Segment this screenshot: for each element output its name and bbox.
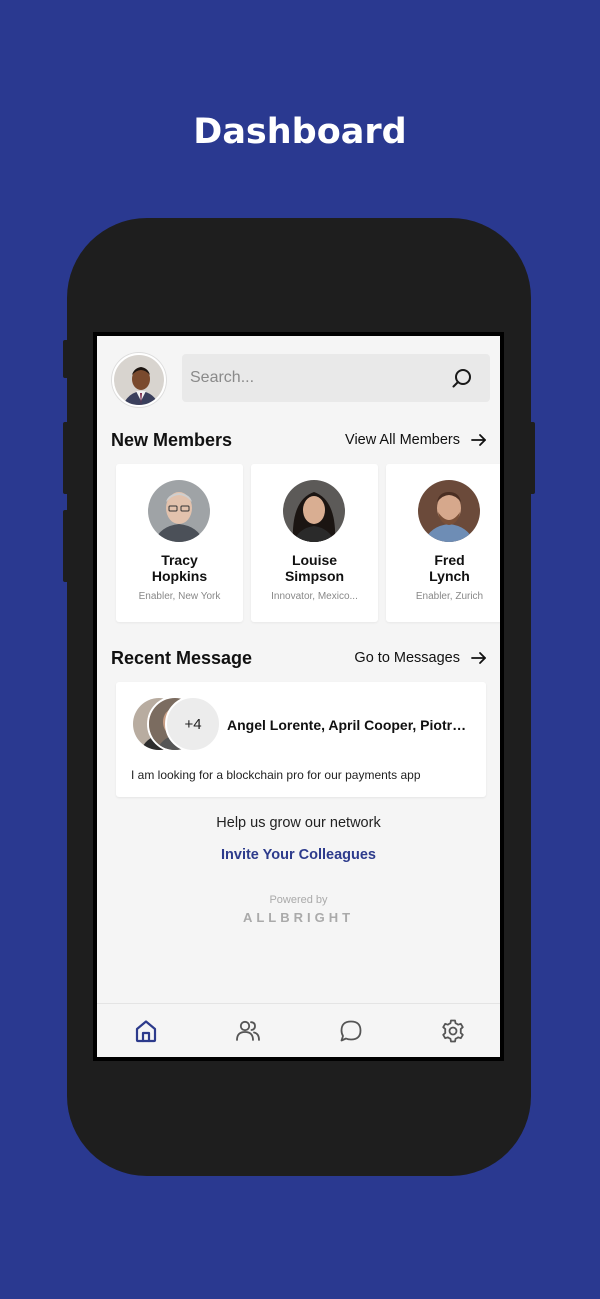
page-title: Dashboard: [193, 112, 407, 152]
profile-avatar[interactable]: [112, 353, 166, 407]
members-icon[interactable]: [235, 1018, 261, 1044]
member-subtitle: Enabler, Zurich: [415, 591, 484, 602]
member-card[interactable]: Tracy Hopkins Enabler, New York: [116, 464, 243, 622]
member-avatar: [148, 480, 210, 542]
new-members-carousel[interactable]: Tracy Hopkins Enabler, New York Louise S…: [116, 464, 500, 622]
member-card[interactable]: Fred Lynch Enabler, Zurich: [386, 464, 500, 622]
messages-icon[interactable]: [338, 1018, 364, 1044]
member-subtitle: Innovator, Mexico...: [271, 591, 358, 602]
member-name: Louise Simpson: [284, 552, 345, 584]
view-all-members-label: View All Members: [345, 432, 460, 448]
member-card[interactable]: Louise Simpson Innovator, Mexico...: [251, 464, 378, 622]
settings-icon[interactable]: [440, 1018, 466, 1044]
grow-network-text: Help us grow our network: [216, 815, 381, 831]
recent-message-title: Recent Message: [111, 648, 253, 668]
member-avatar: [418, 480, 480, 542]
message-participants: Angel Lorente, April Cooper, Piotr ...: [227, 717, 467, 733]
message-preview: I am looking for a blockchain pro for ou…: [131, 768, 421, 782]
participant-avatars: +4: [131, 696, 221, 752]
member-name: Tracy Hopkins: [151, 552, 208, 584]
view-all-members-link[interactable]: View All Members: [345, 431, 488, 449]
member-name: Fred Lynch: [429, 552, 470, 584]
search-bar: [182, 354, 490, 402]
recent-message-card[interactable]: +4 Angel Lorente, April Cooper, Piotr ..…: [116, 682, 486, 797]
member-avatar: [283, 480, 345, 542]
arrow-right-icon: [471, 652, 486, 664]
powered-by-text: Powered by: [269, 894, 328, 906]
invite-colleagues-link[interactable]: Invite Your Colleagues: [97, 847, 500, 863]
phone-side-button: [63, 422, 69, 494]
new-members-title: New Members: [111, 430, 233, 450]
phone-side-button: [63, 340, 69, 378]
phone-side-button: [63, 510, 69, 582]
go-to-messages-link[interactable]: Go to Messages: [354, 649, 488, 667]
go-to-messages-label: Go to Messages: [354, 650, 460, 666]
more-participants-badge: +4: [165, 696, 221, 752]
search-icon[interactable]: [450, 366, 474, 390]
phone-screen: New Members View All Members: [93, 332, 504, 1061]
search-input[interactable]: [190, 354, 440, 402]
home-icon[interactable]: [133, 1018, 159, 1044]
bottom-nav: [97, 1003, 500, 1057]
phone-side-button: [529, 422, 535, 494]
app-screen: New Members View All Members: [97, 336, 500, 1057]
brand-logo: ALLBRIGHT: [242, 910, 355, 925]
member-subtitle: Enabler, New York: [138, 591, 221, 602]
arrow-right-icon: [471, 434, 486, 446]
